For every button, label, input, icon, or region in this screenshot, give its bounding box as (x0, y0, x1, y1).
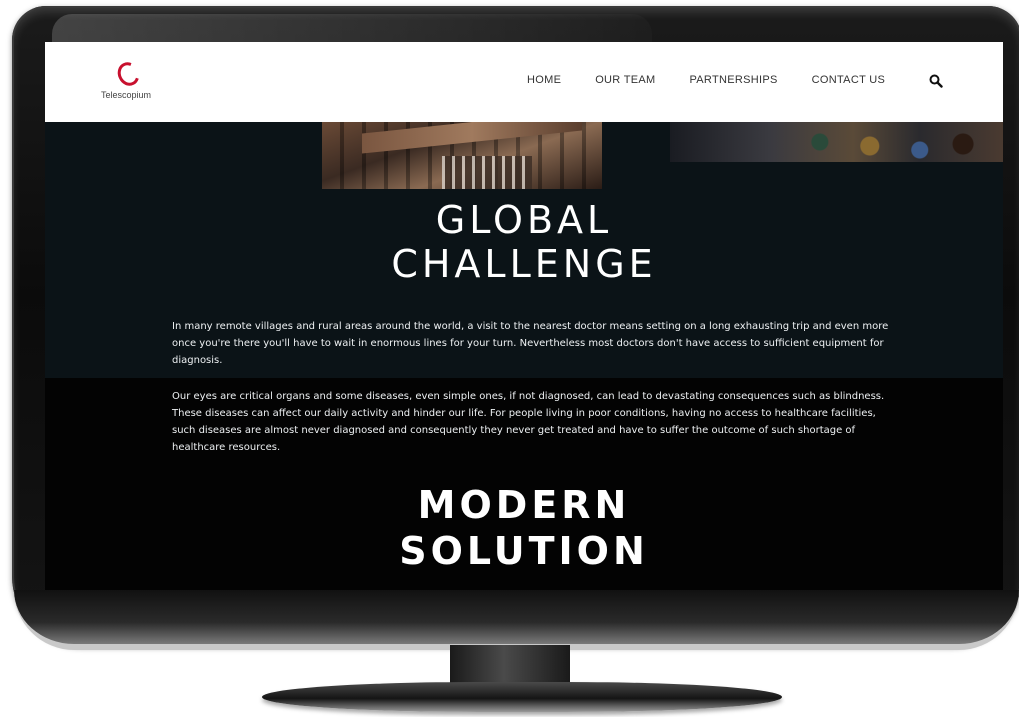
logo-ring-icon (113, 58, 144, 90)
village-structure-photo (322, 122, 602, 189)
heading-line: SOLUTION (399, 529, 649, 573)
global-challenge-heading: GLOBAL CHALLENGE (45, 198, 1003, 286)
logo-text: Telescopium (100, 90, 152, 100)
global-challenge-section: GLOBAL CHALLENGE In many remote villages… (45, 122, 1003, 378)
nav-item-home[interactable]: HOME (527, 74, 561, 86)
monitor-chin (14, 590, 1019, 650)
eye-disease-paragraph: Our eyes are critical organs and some di… (172, 391, 885, 453)
monitor-stand-base (262, 682, 782, 712)
navbar: Telescopium HOME OUR TEAM PARTNERSHIPS C… (45, 42, 1003, 122)
heading-line: CHALLENGE (391, 242, 657, 286)
heading-line: GLOBAL (435, 198, 613, 242)
nav-item-our-team[interactable]: OUR TEAM (595, 74, 655, 86)
global-challenge-paragraph: In many remote villages and rural areas … (172, 321, 889, 366)
main-nav: HOME OUR TEAM PARTNERSHIPS CONTACT US (527, 74, 919, 86)
website-screen: Telescopium HOME OUR TEAM PARTNERSHIPS C… (45, 42, 1003, 590)
nav-item-partnerships[interactable]: PARTNERSHIPS (689, 74, 777, 86)
monitor-mockup: Telescopium HOME OUR TEAM PARTNERSHIPS C… (0, 0, 1019, 717)
modern-solution-section: Our eyes are critical organs and some di… (45, 378, 1003, 590)
children-photo (670, 122, 1003, 162)
search-icon[interactable] (929, 74, 943, 88)
logo[interactable]: Telescopium (91, 58, 161, 110)
heading-line: MODERN (417, 483, 631, 527)
nav-item-contact-us[interactable]: CONTACT US (812, 74, 886, 86)
modern-solution-heading: MODERN SOLUTION (45, 482, 1003, 574)
